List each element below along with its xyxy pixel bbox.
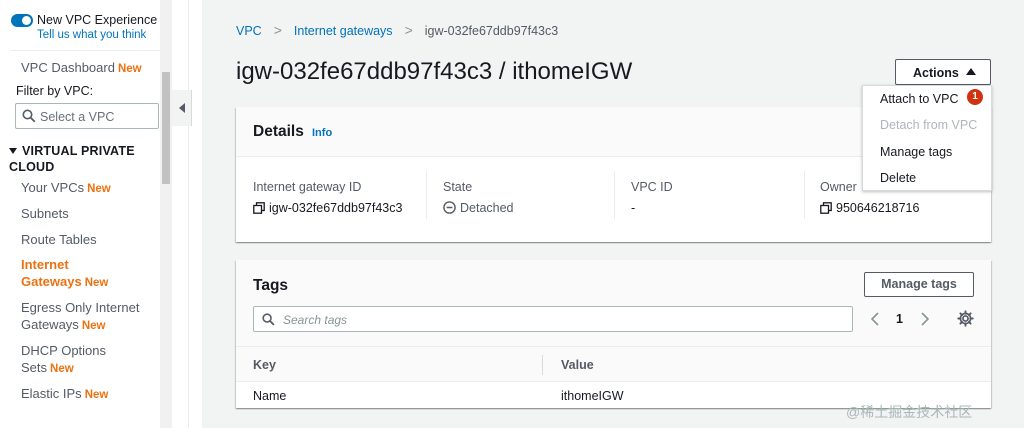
sidebar-item-route-tables[interactable]: Route Tables xyxy=(21,231,159,248)
page-title: igw-032fe67ddb97f43c3 / ithomeIGW xyxy=(236,58,633,85)
new-badge: New xyxy=(50,363,74,375)
details-title: Details xyxy=(253,123,304,140)
new-experience-toggle[interactable] xyxy=(11,14,33,27)
filter-by-vpc-label: Filter by VPC: xyxy=(16,84,94,98)
vpc-filter-select[interactable]: Select a VPC xyxy=(15,103,159,129)
breadcrumb-separator: > xyxy=(404,22,413,38)
sidebar-item-label: Route Tables xyxy=(21,232,97,247)
watermark: @稀土掘金技术社区 xyxy=(846,404,973,420)
sidebar-item-label: Subnets xyxy=(21,206,69,221)
breadcrumb-internet-gateways[interactable]: Internet gateways xyxy=(294,24,393,38)
breadcrumb-current: igw-032fe67ddb97f43c3 xyxy=(424,24,559,38)
field-value: Detached xyxy=(443,201,514,217)
breadcrumb-vpc[interactable]: VPC xyxy=(236,24,262,38)
sidebar-item-label: Elastic IPs xyxy=(21,386,82,401)
column-divider xyxy=(804,171,805,219)
notification-badge: 1 xyxy=(967,89,983,105)
new-badge: New xyxy=(84,389,109,401)
sidebar-item-label: VPC Dashboard xyxy=(21,60,115,75)
section-virtual-private-cloud[interactable]: VIRTUAL PRIVATE CLOUD xyxy=(9,143,160,175)
sidebar-item-your-vpcs[interactable]: Your VPCs New xyxy=(21,179,159,198)
info-link[interactable]: Info xyxy=(312,127,332,139)
breadcrumb-separator: > xyxy=(273,22,282,38)
sidebar-item-internet-gateways[interactable]: Internet Gateways New xyxy=(21,256,131,292)
copy-icon[interactable] xyxy=(820,202,832,217)
internet-gateway-id-value: igw-032fe67ddb97f43c3 xyxy=(269,201,403,215)
tags-title: Tags xyxy=(253,277,289,294)
collapse-sidebar-button[interactable] xyxy=(172,90,192,126)
actions-dropdown-menu: Attach to VPC 1 Detach from VPC Manage t… xyxy=(862,85,992,191)
copy-icon[interactable] xyxy=(253,202,265,217)
sidebar-content: New VPC Experience Tell us what you thin… xyxy=(0,0,160,428)
field-label: State xyxy=(443,180,473,194)
sidebar-divider xyxy=(11,50,160,51)
sidebar-item-elastic-ips[interactable]: Elastic IPs New xyxy=(21,385,159,404)
menu-item-label: Manage tags xyxy=(880,145,953,159)
tag-value-cell: ithomeIGW xyxy=(561,389,624,403)
vpc-id-value: - xyxy=(631,201,636,215)
sidebar-item-label: Your VPCs xyxy=(21,180,85,195)
menu-item-label: Delete xyxy=(880,171,917,185)
menu-item-manage-tags[interactable]: Manage tags xyxy=(880,145,952,159)
feedback-link[interactable]: Tell us what you think xyxy=(37,29,146,41)
chevron-right-icon[interactable] xyxy=(920,312,930,326)
sidebar-scrollbar[interactable] xyxy=(160,0,172,428)
menu-item-attach-to-vpc[interactable]: Attach to VPC xyxy=(880,92,959,106)
chevron-left-icon[interactable] xyxy=(870,312,880,326)
new-badge: New xyxy=(117,63,142,75)
state-value: Detached xyxy=(460,201,514,215)
sidebar-item-label: Egress Only Internet Gateways xyxy=(21,300,140,332)
new-experience-title: New VPC Experience xyxy=(37,13,158,27)
sidebar-item-egress-only-internet-gateways[interactable]: Egress Only Internet Gateways New xyxy=(21,299,159,335)
chevron-left-icon xyxy=(179,103,185,113)
sidebar-item-vpc-dashboard[interactable]: VPC Dashboard New xyxy=(21,59,159,78)
actions-button-label: Actions xyxy=(913,66,959,80)
column-header-value[interactable]: Value xyxy=(561,358,594,372)
vpc-filter-placeholder: Select a VPC xyxy=(40,110,115,124)
sidebar-item-subnets[interactable]: Subnets xyxy=(21,205,159,222)
manage-tags-button[interactable]: Manage tags xyxy=(864,272,974,297)
actions-button[interactable]: Actions xyxy=(895,59,991,85)
sidebar-scroll-thumb[interactable] xyxy=(162,72,170,184)
column-header-key[interactable]: Key xyxy=(253,358,276,372)
main-content: VPC > Internet gateways > igw-032fe67ddb97f4… xyxy=(202,0,1024,428)
new-badge: New xyxy=(87,183,111,195)
caret-up-icon xyxy=(966,68,976,75)
field-label: Owner xyxy=(820,180,857,194)
menu-item-label: Detach from VPC xyxy=(880,118,978,132)
search-icon xyxy=(22,109,36,126)
breadcrumb: VPC > Internet gateways > igw-032fe67ddb97f4… xyxy=(236,22,558,38)
new-badge: New xyxy=(81,320,106,332)
section-title: VIRTUAL PRIVATE CLOUD xyxy=(9,144,135,174)
tags-panel: Tags Manage tags Search tags 1 Key Value… xyxy=(236,260,991,408)
new-badge: New xyxy=(84,277,109,289)
search-icon xyxy=(262,313,275,329)
field-label: Internet gateway ID xyxy=(253,180,362,194)
column-divider xyxy=(614,171,615,219)
tags-table-header: Key Value xyxy=(236,346,991,382)
menu-item-delete[interactable]: Delete xyxy=(880,171,916,185)
tag-key-cell: Name xyxy=(253,389,287,403)
column-divider xyxy=(542,355,543,375)
gear-icon[interactable] xyxy=(957,310,974,330)
sidebar: New VPC Experience Tell us what you thin… xyxy=(0,0,172,428)
menu-item-label: Attach to VPC xyxy=(880,92,959,106)
current-page-number[interactable]: 1 xyxy=(896,312,903,326)
tags-header: Tags Manage tags Search tags 1 xyxy=(236,260,991,346)
status-stopped-icon xyxy=(443,201,456,217)
sidebar-border xyxy=(188,0,202,428)
sidebar-item-label: Internet Gateways xyxy=(21,257,82,289)
menu-item-detach-from-vpc: Detach from VPC xyxy=(880,118,977,132)
field-value: igw-032fe67ddb97f43c3 xyxy=(253,201,402,217)
search-tags-input[interactable]: Search tags xyxy=(253,306,853,332)
field-label: VPC ID xyxy=(631,180,673,194)
column-divider xyxy=(426,171,427,219)
caret-down-icon xyxy=(9,148,17,154)
field-value: 950646218716 xyxy=(820,201,919,217)
search-tags-placeholder: Search tags xyxy=(283,313,348,327)
sidebar-item-dhcp-options-sets[interactable]: DHCP Options Sets New xyxy=(21,342,121,378)
owner-value: 950646218716 xyxy=(836,201,920,215)
